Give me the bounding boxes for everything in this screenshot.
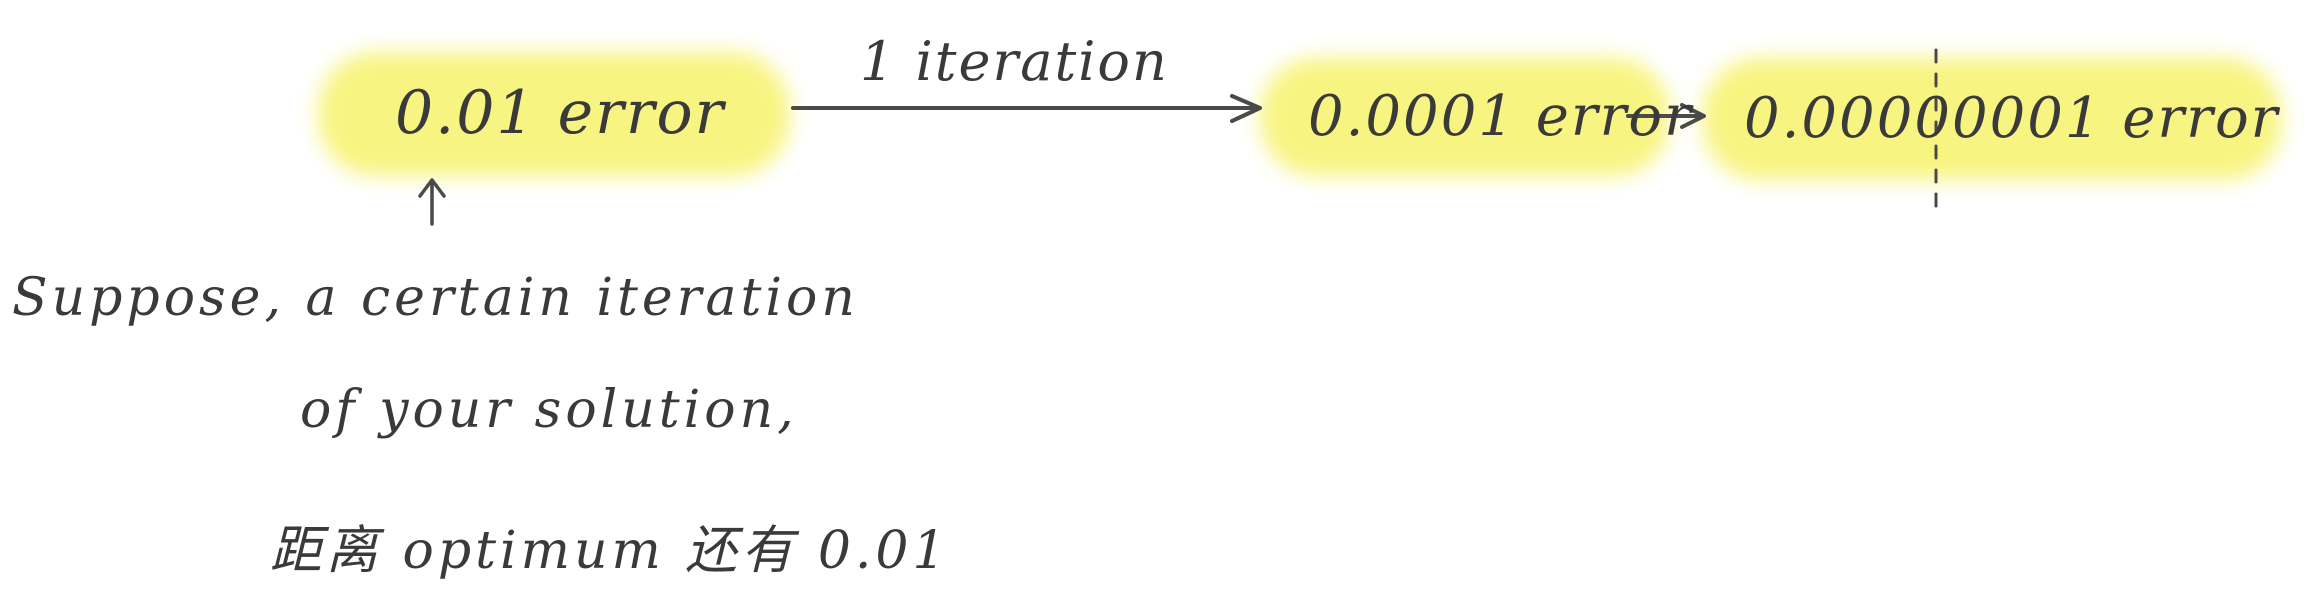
stage-3-label: 0.00000001 error bbox=[1744, 86, 2280, 151]
note-line-1: Suppose, a certain iteration bbox=[12, 268, 859, 328]
iteration-label: 1 iteration bbox=[860, 30, 1169, 93]
stage-1-label: 0.01 error bbox=[395, 78, 726, 148]
note-line-3: 距离 optimum 还有 0.01 bbox=[270, 521, 950, 581]
iteration-arrow bbox=[791, 94, 1262, 123]
note-line-2: of your solution, bbox=[300, 380, 798, 440]
stage-2-label: 0.0001 error bbox=[1308, 84, 1693, 149]
up-arrow bbox=[418, 178, 446, 226]
